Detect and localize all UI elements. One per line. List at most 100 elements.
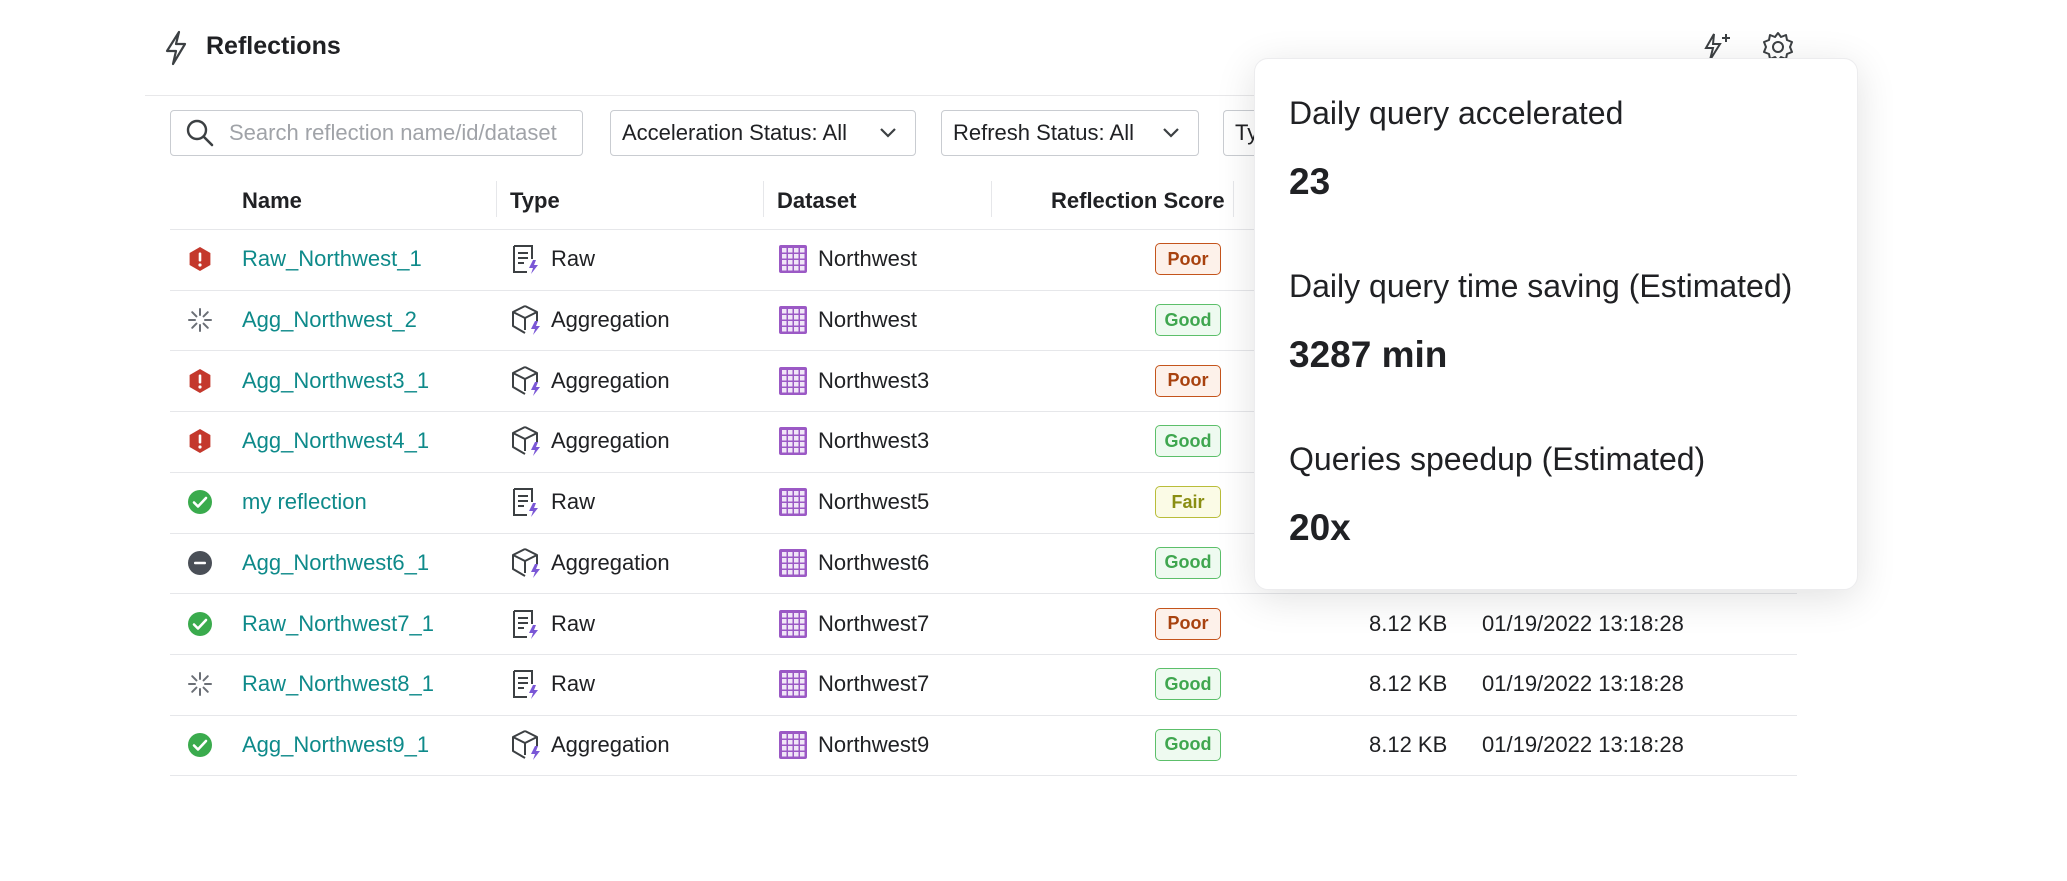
dataset-name[interactable]: Northwest (818, 246, 917, 272)
aggregation-cube-icon (511, 547, 543, 584)
raw-reflection-icon (511, 608, 541, 645)
reflection-size: 8.12 KB (1369, 610, 1448, 636)
dataset-grid-icon (778, 487, 808, 522)
search-input[interactable] (227, 119, 581, 147)
reflection-size: 8.12 KB (1369, 671, 1448, 697)
score-badge: Good (1155, 546, 1221, 579)
dataset-name[interactable]: Northwest3 (818, 428, 929, 454)
raw-reflection-icon (511, 243, 541, 280)
dataset-grid-icon (778, 609, 808, 644)
status-error-icon (187, 368, 213, 399)
dataset-name[interactable]: Northwest9 (818, 732, 929, 758)
status-success-icon (187, 732, 213, 763)
dataset-name[interactable]: Northwest3 (818, 368, 929, 394)
column-header-name[interactable]: Name (242, 188, 302, 214)
aggregation-cube-icon (511, 425, 543, 462)
chevron-down-icon (880, 128, 896, 138)
reflection-name-link[interactable]: Agg_Northwest4_1 (242, 428, 429, 454)
status-error-icon (187, 246, 213, 277)
status-loading-icon (187, 671, 213, 702)
acceleration-status-filter[interactable]: Acceleration Status: All (610, 110, 916, 156)
column-separator (763, 181, 764, 217)
acceleration-status-label: Acceleration Status: All (622, 120, 848, 145)
reflection-type: Aggregation (551, 731, 670, 757)
aggregation-cube-icon (511, 304, 543, 341)
column-header-type[interactable]: Type (510, 188, 560, 214)
raw-reflection-icon (511, 668, 541, 705)
last-refresh-date: 01/19/2022 13:18:28 (1482, 610, 1684, 636)
dataset-grid-icon (778, 730, 808, 765)
reflection-type: Aggregation (551, 549, 670, 575)
reflection-type: Raw (551, 610, 596, 636)
dataset-name[interactable]: Northwest7 (818, 611, 929, 637)
reflection-type: Raw (551, 246, 596, 272)
search-icon (186, 119, 214, 147)
status-success-icon (187, 611, 213, 642)
reflection-size: 8.12 KB (1369, 731, 1448, 757)
status-error-icon (187, 428, 213, 459)
score-badge: Poor (1155, 364, 1221, 397)
reflection-name-link[interactable]: Agg_Northwest_2 (242, 307, 417, 333)
dataset-name[interactable]: Northwest (818, 307, 917, 333)
refresh-status-label: Refresh Status: All (953, 120, 1134, 145)
page-title: Reflections (206, 32, 341, 60)
aggregation-cube-icon (511, 729, 543, 766)
dataset-grid-icon (778, 305, 808, 340)
reflection-type: Aggregation (551, 428, 670, 454)
reflection-name-link[interactable]: Raw_Northwest7_1 (242, 611, 434, 637)
speedup-value: 20x (1289, 507, 1351, 548)
header-divider (145, 95, 1260, 96)
row-divider (170, 775, 1797, 777)
reflection-type: Aggregation (551, 367, 670, 393)
reflection-type: Aggregation (551, 307, 670, 333)
status-success-icon (187, 489, 213, 520)
reflection-name-link[interactable]: Agg_Northwest6_1 (242, 550, 429, 576)
column-separator (1233, 181, 1234, 217)
score-badge: Poor (1155, 607, 1221, 640)
dataset-grid-icon (778, 669, 808, 704)
dataset-grid-icon (778, 244, 808, 279)
time-saving-label: Daily query time saving (Estimated) (1289, 268, 1793, 304)
row-divider (170, 653, 1797, 655)
dataset-name[interactable]: Northwest6 (818, 550, 929, 576)
dataset-grid-icon (778, 426, 808, 461)
aggregation-cube-icon (511, 365, 543, 402)
search-box[interactable] (170, 110, 583, 156)
reflection-name-link[interactable]: Raw_Northwest_1 (242, 246, 422, 272)
last-refresh-date: 01/19/2022 13:18:28 (1482, 731, 1684, 757)
column-separator (496, 181, 497, 217)
score-badge: Good (1155, 728, 1221, 761)
last-refresh-date: 01/19/2022 13:18:28 (1482, 671, 1684, 697)
column-separator (991, 181, 992, 217)
score-badge: Good (1155, 425, 1221, 458)
acceleration-summary-popover: Daily query accelerated 23 Daily query t… (1254, 58, 1858, 590)
dataset-name[interactable]: Northwest7 (818, 671, 929, 697)
reflection-name-link[interactable]: Agg_Northwest9_1 (242, 732, 429, 758)
time-saving-value: 3287 min (1289, 334, 1448, 375)
reflection-type: Raw (551, 671, 596, 697)
score-badge: Good (1155, 668, 1221, 701)
reflection-name-link[interactable]: Agg_Northwest3_1 (242, 368, 429, 394)
reflection-name-link[interactable]: my reflection (242, 489, 367, 515)
chevron-down-icon (1163, 128, 1179, 138)
score-badge: Good (1155, 304, 1221, 337)
dataset-grid-icon (778, 548, 808, 583)
speedup-label: Queries speedup (Estimated) (1289, 441, 1706, 477)
raw-reflection-icon (511, 486, 541, 523)
status-disabled-icon (187, 550, 213, 581)
refresh-status-filter[interactable]: Refresh Status: All (941, 110, 1199, 156)
dataset-name[interactable]: Northwest5 (818, 489, 929, 515)
lightning-icon (165, 30, 187, 66)
score-badge: Poor (1155, 243, 1221, 276)
reflection-type: Raw (551, 489, 596, 515)
dataset-grid-icon (778, 366, 808, 401)
row-divider (170, 593, 1797, 595)
status-loading-icon (187, 307, 213, 338)
daily-accelerated-label: Daily query accelerated (1289, 95, 1624, 131)
reflection-name-link[interactable]: Raw_Northwest8_1 (242, 671, 434, 697)
daily-accelerated-value: 23 (1289, 161, 1331, 202)
column-header-dataset[interactable]: Dataset (777, 188, 856, 214)
row-divider (170, 714, 1797, 716)
column-header-score[interactable]: Reflection Score (1051, 188, 1225, 214)
score-badge: Fair (1155, 486, 1221, 519)
